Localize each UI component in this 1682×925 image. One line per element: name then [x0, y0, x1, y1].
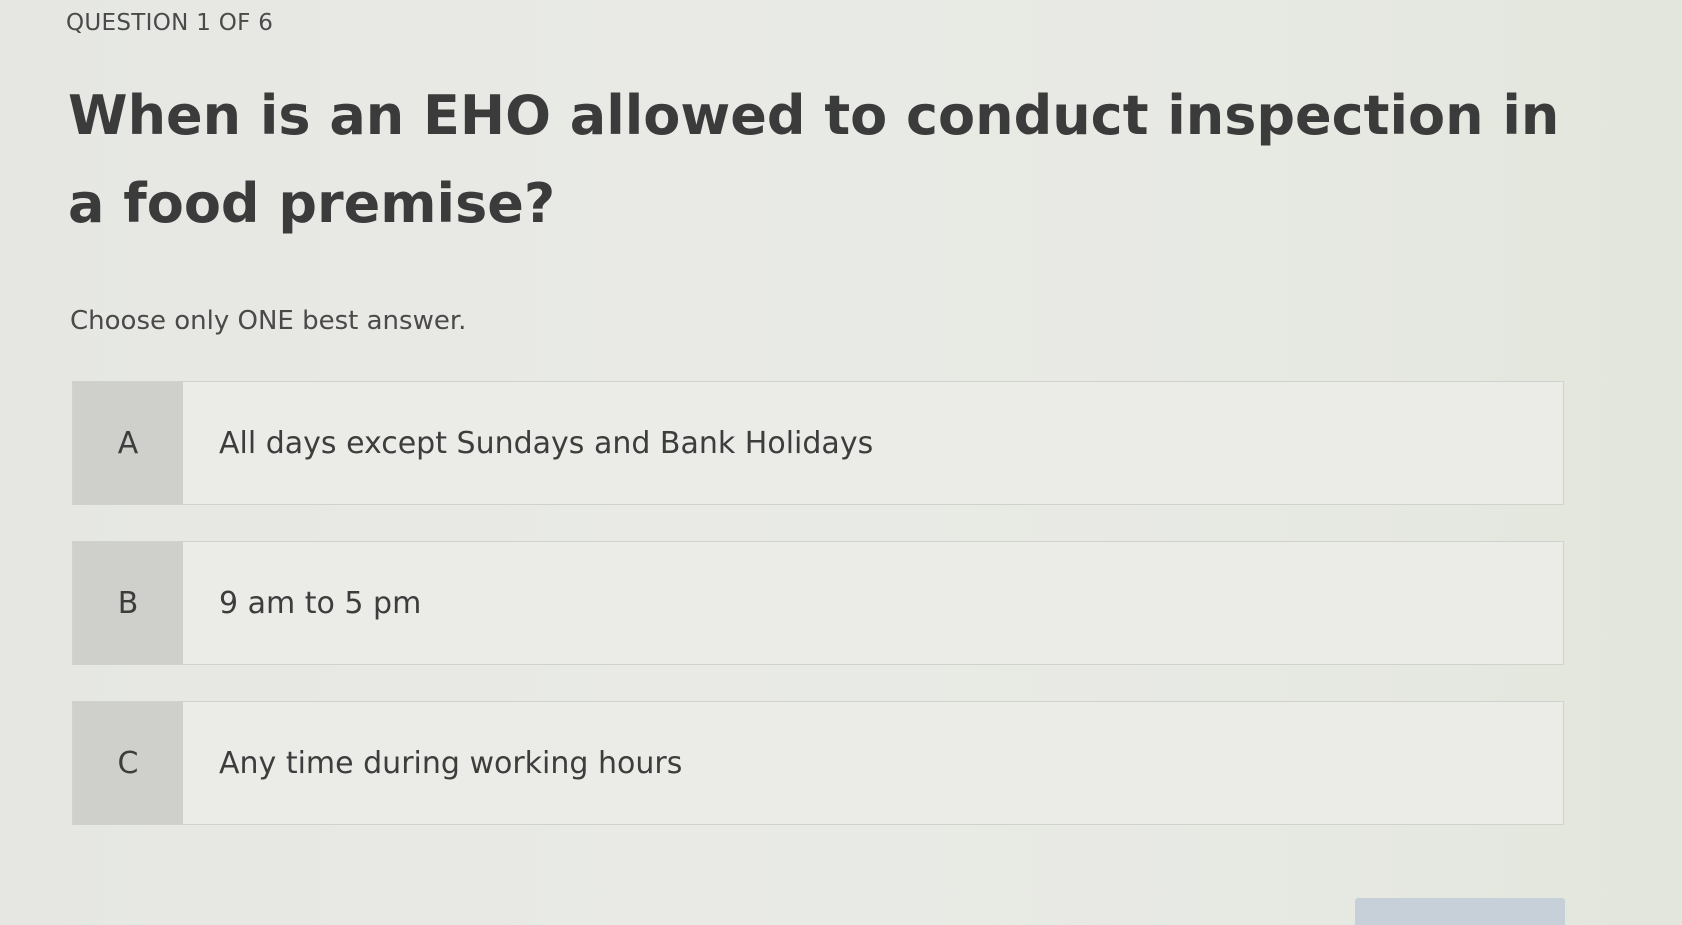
- answer-option-a[interactable]: A All days except Sundays and Bank Holid…: [72, 381, 1564, 505]
- option-letter-b: B: [73, 542, 183, 664]
- option-letter-c: C: [73, 702, 183, 824]
- answer-option-c[interactable]: C Any time during working hours: [72, 701, 1564, 825]
- option-text-c: Any time during working hours: [219, 745, 683, 781]
- option-text-b: 9 am to 5 pm: [219, 585, 422, 621]
- option-letter-a: A: [73, 382, 183, 504]
- answer-instructions: Choose only ONE best answer.: [70, 306, 467, 336]
- partial-button[interactable]: [1355, 898, 1565, 925]
- question-text: When is an EHO allowed to conduct inspec…: [68, 84, 1560, 235]
- answer-option-b[interactable]: B 9 am to 5 pm: [72, 541, 1564, 665]
- question-counter: QUESTION 1 OF 6: [66, 10, 274, 36]
- option-text-a: All days except Sundays and Bank Holiday…: [219, 425, 874, 461]
- answer-options: A All days except Sundays and Bank Holid…: [72, 381, 1564, 861]
